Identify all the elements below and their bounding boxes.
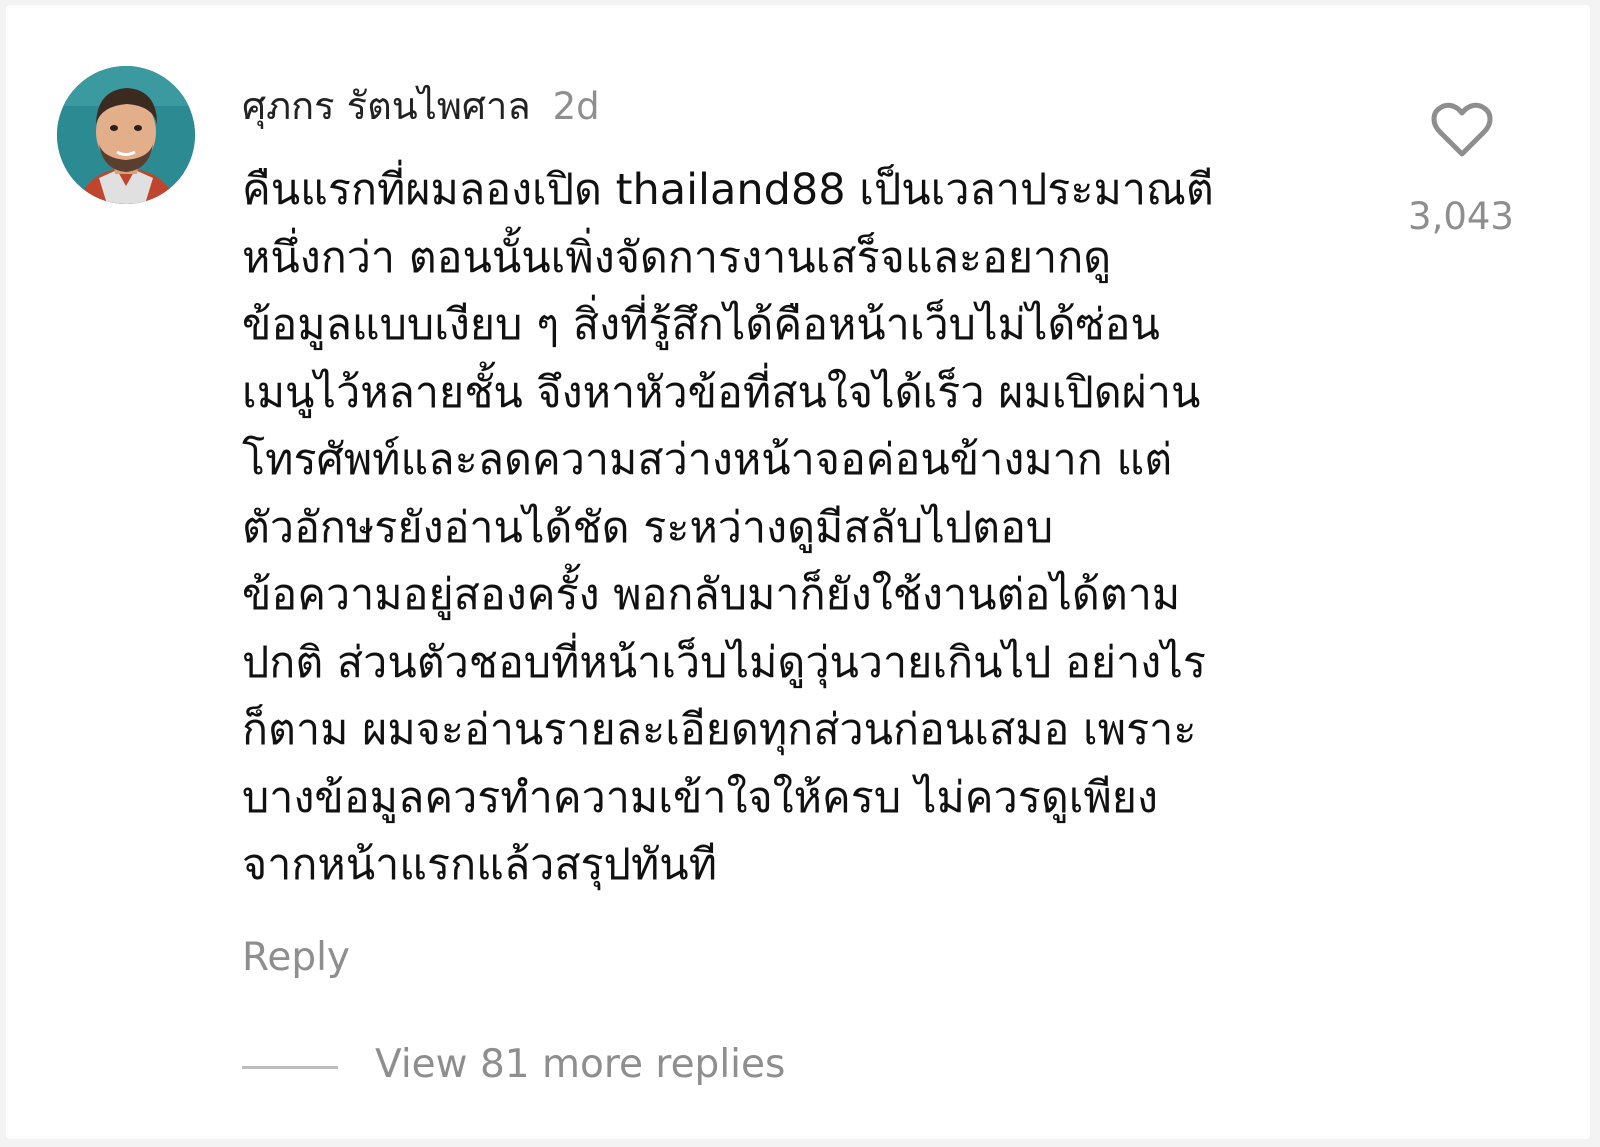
- avatar[interactable]: [57, 66, 195, 204]
- comment-text: คืนแรกที่ผมลองเปิด thailand88 เป็นเวลาปร…: [242, 157, 1372, 900]
- comment-text-line: หนึ่งกว่า ตอนนั้นเพิ่งจัดการงานเสร็จและอ…: [242, 232, 1112, 283]
- comment-text-line: ก็ตาม ผมจะอ่านรายละเอียดทุกส่วนก่อนเสมอ …: [242, 705, 1197, 755]
- comment-text-line: จากหน้าแรกแล้วสรุปทันที: [242, 840, 718, 890]
- comment-header: ศุภกร รัตนไพศาล 2d: [242, 75, 600, 131]
- heart-outline-icon: [1431, 102, 1493, 157]
- avatar-image: [57, 66, 195, 204]
- comment-text-line: ปกติ ส่วนตัวชอบที่หน้าเว็บไม่ดูวุ่นวายเก…: [242, 637, 1206, 688]
- comment-text-line: ข้อมูลแบบเงียบ ๆ สิ่งที่รู้สึกได้คือหน้า…: [242, 300, 1160, 350]
- comment-text-line: โทรศัพท์และลดความสว่างหน้าจอค่อนข้างมาก …: [242, 435, 1173, 485]
- username[interactable]: ศุภกร รัตนไพศาล: [242, 75, 531, 136]
- view-more-replies-button[interactable]: View 81 more replies: [375, 1042, 785, 1087]
- replies-divider: [242, 1066, 338, 1069]
- comment-text-line: ข้อความอยู่สองครั้ง พอกลับมาก็ยังใช้งานต…: [242, 570, 1181, 620]
- comment-card: ศุภกร รัตนไพศาล 2d คืนแรกที่ผมลองเปิด th…: [6, 5, 1590, 1139]
- like-count: 3,043: [1408, 195, 1514, 238]
- comment-text-line: เมนูไว้หลายชั้น จึงหาหัวข้อที่สนใจได้เร็…: [242, 367, 1201, 418]
- reply-button[interactable]: Reply: [242, 935, 350, 980]
- comment-text-line: บางข้อมูลควรทำความเข้าใจให้ครบ ไม่ควรดูเ…: [242, 772, 1158, 823]
- comment-text-line: คืนแรกที่ผมลองเปิด thailand88 เป็นเวลาปร…: [242, 165, 1214, 215]
- comment-text-line: ตัวอักษรยังอ่านได้ชัด ระหว่างดูมีสลับไปต…: [242, 502, 1054, 553]
- like-button[interactable]: [1430, 99, 1494, 163]
- comment-time: 2d: [552, 85, 600, 128]
